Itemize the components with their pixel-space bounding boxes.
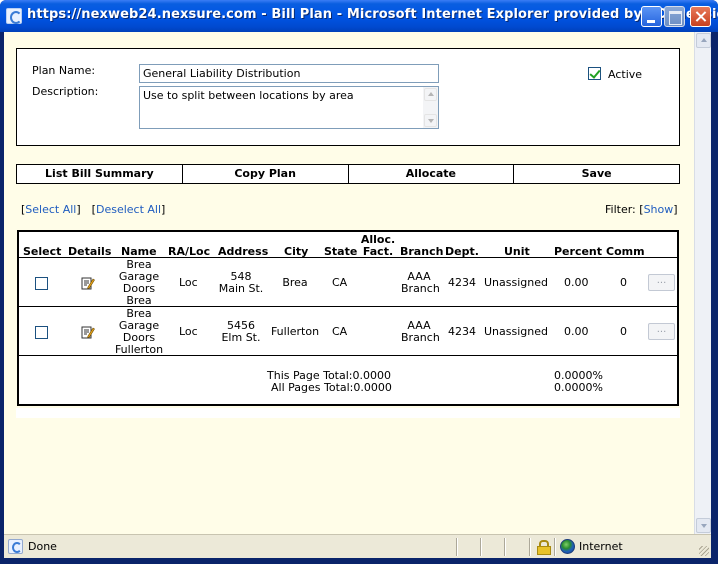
copy-plan-button[interactable]: Copy Plan [183, 165, 349, 183]
row-branch: AAA Branch [401, 319, 440, 344]
title-bar[interactable]: https://nexweb24.nexsure.com - Bill Plan… [0, 0, 718, 32]
col-percent: Percent [554, 245, 603, 258]
edit-details-icon[interactable] [81, 325, 95, 339]
plan-name-input[interactable]: General Liability Distribution [139, 64, 439, 83]
row-state: CA [332, 276, 348, 289]
col-name: Name [121, 245, 157, 258]
row-city: Fullerton [270, 325, 320, 338]
description-text: Use to split between locations by area [143, 89, 354, 102]
row-percent: 0.00 [564, 276, 589, 289]
edit-details-icon[interactable] [81, 276, 95, 290]
ie-icon [6, 8, 22, 24]
row-unit: Unassigned [484, 325, 548, 338]
col-dept: Dept. [445, 245, 479, 258]
minimize-button[interactable] [641, 6, 662, 27]
scroll-down-icon[interactable] [424, 114, 437, 127]
description-scrollbar[interactable] [423, 87, 438, 128]
scroll-down-icon[interactable] [696, 518, 711, 533]
table-row: Brea Garage Doors Brea Loc 548 Main St. Brea… [19, 258, 677, 307]
close-button[interactable] [690, 6, 711, 27]
col-state: State [324, 245, 358, 258]
list-bill-summary-button[interactable]: List Bill Summary [17, 165, 183, 183]
row-ra-loc: Loc [179, 276, 198, 289]
page-content: Plan Name: General Liability Distributio… [4, 32, 694, 534]
row-more-button[interactable]: ... [648, 274, 675, 291]
all-pages-total: All Pages Total:0.0000 [271, 381, 392, 394]
row-branch: AAA Branch [401, 270, 440, 295]
col-ra-loc: RA/Loc [168, 245, 211, 258]
scroll-up-icon[interactable] [696, 33, 711, 48]
col-select: Select [23, 245, 62, 258]
col-unit: Unit [504, 245, 530, 258]
row-name: Brea Garage Doors Fullerton [114, 307, 164, 356]
action-bar: List Bill Summary Copy Plan Allocate Sav… [16, 164, 680, 184]
row-state: CA [332, 325, 348, 338]
col-comm: Comm [606, 245, 645, 258]
col-address: Address [218, 245, 269, 258]
table-row: Brea Garage Doors Fullerton Loc 5456 Elm St.… [19, 307, 677, 356]
filter-control: Filter: [Show] [605, 203, 678, 216]
plan-details-panel: Plan Name: General Liability Distributio… [16, 48, 680, 146]
row-address: 548 Main St. [218, 270, 264, 295]
row-unit: Unassigned [484, 276, 548, 289]
row-ra-loc: Loc [179, 325, 198, 338]
filter-label: Filter: [605, 203, 636, 216]
grid-header: Select Details Name RA/Loc Address City … [19, 232, 677, 258]
resize-grip[interactable] [699, 546, 709, 556]
page-status-icon [8, 539, 23, 554]
plan-name-label: Plan Name: [32, 64, 96, 77]
col-details: Details [68, 245, 112, 258]
row-dept: 4234 [448, 325, 476, 338]
all-pages-percent: 0.0000% [554, 381, 603, 394]
security-zone: Internet [579, 540, 623, 553]
row-comm: 0 [620, 276, 627, 289]
row-more-button[interactable]: ... [648, 323, 675, 340]
lock-icon [537, 540, 551, 555]
active-checkbox[interactable] [588, 67, 601, 80]
status-text: Done [28, 540, 57, 553]
row-dept: 4234 [448, 276, 476, 289]
select-all-link[interactable]: Select All [25, 203, 76, 216]
save-button[interactable]: Save [514, 165, 679, 183]
col-fact: Fact. [362, 245, 394, 258]
row-select-checkbox[interactable] [35, 277, 48, 290]
filter-show-link[interactable]: Show [644, 203, 674, 216]
browser-window: https://nexweb24.nexsure.com - Bill Plan… [0, 0, 718, 564]
allocate-button[interactable]: Allocate [349, 165, 515, 183]
description-textarea[interactable]: Use to split between locations by area [139, 86, 439, 129]
status-bar: Done Internet [4, 534, 711, 558]
active-label: Active [608, 68, 643, 81]
grid-footer-strip [16, 408, 680, 418]
row-percent: 0.00 [564, 325, 589, 338]
col-city: City [284, 245, 309, 258]
globe-icon [560, 539, 575, 554]
row-comm: 0 [620, 325, 627, 338]
window-title: https://nexweb24.nexsure.com - Bill Plan… [27, 7, 718, 22]
row-select-checkbox[interactable] [35, 326, 48, 339]
row-name: Brea Garage Doors Brea [118, 258, 160, 307]
maximize-button[interactable] [664, 6, 685, 27]
row-address: 5456 Elm St. [221, 319, 261, 344]
col-branch: Branch [400, 245, 444, 258]
selection-links: [Select All] [Deselect All] [21, 203, 166, 216]
row-city: Brea [282, 276, 308, 289]
page-scrollbar[interactable] [694, 32, 711, 534]
deselect-all-link[interactable]: Deselect All [96, 203, 161, 216]
bill-plan-grid: Select Details Name RA/Loc Address City … [17, 230, 679, 406]
description-label: Description: [32, 85, 99, 98]
scroll-up-icon[interactable] [424, 88, 437, 101]
